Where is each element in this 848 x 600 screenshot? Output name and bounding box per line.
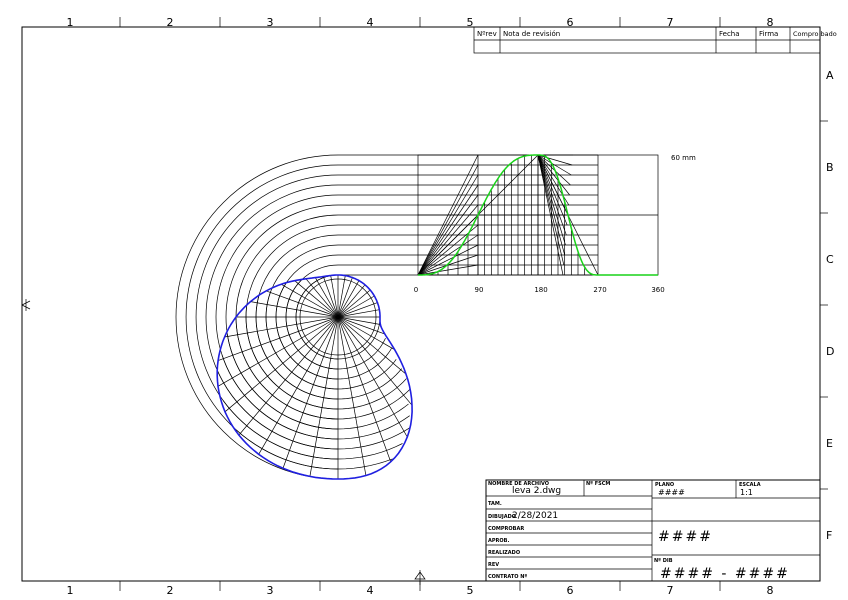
- rev-number-header: Nºrev: [477, 30, 497, 38]
- axis-label-90: 90: [475, 286, 484, 294]
- column-label: 3: [267, 584, 274, 597]
- column-label: 4: [367, 584, 374, 597]
- row-label: E: [826, 437, 833, 450]
- aprob-label: APROB.: [488, 538, 509, 544]
- plano-value: ####: [658, 488, 685, 497]
- column-label: 3: [267, 16, 274, 29]
- axis-label-0: 0: [414, 286, 418, 294]
- column-label: 6: [567, 584, 574, 597]
- column-label: 8: [767, 584, 774, 597]
- row-label: A: [826, 69, 834, 82]
- column-label: 1: [67, 584, 74, 597]
- rev-signature-header: Firma: [759, 30, 778, 38]
- row-label: B: [826, 161, 834, 174]
- column-label: 2: [167, 16, 174, 29]
- fscm-label: Nº FSCM: [586, 481, 610, 487]
- row-label: D: [826, 345, 834, 358]
- column-label: 2: [167, 584, 174, 597]
- column-label: 4: [367, 16, 374, 29]
- rev-note-header: Nota de revisión: [503, 30, 560, 38]
- axis-label-180: 180: [534, 286, 547, 294]
- rev-checked-header: Compro bado: [793, 30, 837, 38]
- axis-label-270: 270: [593, 286, 606, 294]
- column-label: 1: [67, 16, 74, 29]
- axis-label-360: 360: [651, 286, 664, 294]
- file-name-value: leva 2.dwg: [512, 486, 561, 496]
- tam-label: TAM.: [488, 501, 502, 507]
- rev-date-header: Fecha: [719, 30, 740, 38]
- contrato-label: CONTRATO Nº: [488, 574, 527, 580]
- stroke-label: 60 mm: [671, 154, 696, 162]
- realizado-label: REALIZADO: [488, 550, 520, 556]
- column-label: 5: [467, 584, 474, 597]
- dib-value: #### - ####: [660, 566, 790, 582]
- rev-label: REV: [488, 562, 499, 568]
- dib-label: Nº DIB: [654, 558, 673, 564]
- comprobar-label: COMPROBAR: [488, 526, 524, 532]
- escala-value: 1:1: [740, 488, 753, 497]
- drawing-title-value: ####: [658, 529, 713, 545]
- row-label: C: [826, 253, 834, 266]
- column-label: 5: [467, 16, 474, 29]
- row-label: F: [826, 529, 832, 542]
- column-label: 7: [667, 584, 674, 597]
- drawing-sheet: 1 2 3 4 5 6 7 8 1 2 3 4 5 6 7 8 A B C D …: [0, 0, 848, 600]
- dibujado-date: 2/28/2021: [512, 511, 558, 521]
